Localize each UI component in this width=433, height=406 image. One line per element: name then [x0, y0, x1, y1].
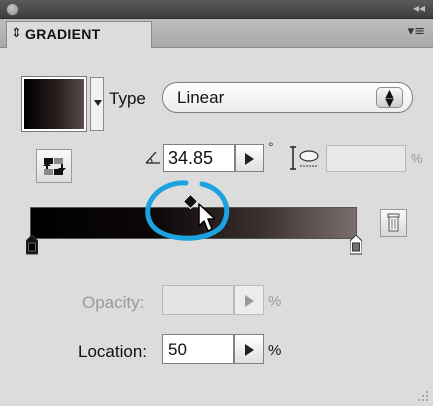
gradient-panel: ◂◂ ⇕ GRADIENT ▾≡ Type Linear ▲ ▼ 34.85 °…: [0, 0, 433, 406]
collapse-icon[interactable]: ◂◂: [413, 1, 425, 15]
type-select[interactable]: Linear ▲ ▼: [162, 82, 413, 113]
opacity-dropdown-button[interactable]: [234, 285, 264, 315]
tab-row: ⇕ GRADIENT ▾≡: [0, 19, 433, 48]
swatch-dropdown-button[interactable]: [90, 77, 104, 131]
color-stop-left[interactable]: [26, 235, 38, 255]
gradient-swatch[interactable]: [21, 76, 87, 132]
close-icon[interactable]: [6, 3, 19, 16]
tab-toggle-arrows-icon[interactable]: ⇕: [11, 26, 22, 41]
type-label: Type: [109, 89, 146, 108]
select-stepper-icon: ▲ ▼: [376, 87, 403, 108]
resize-grip-icon[interactable]: [417, 390, 429, 402]
opacity-unit: %: [268, 293, 282, 310]
arrow-cursor-icon: [198, 203, 216, 232]
type-selected-value: Linear: [177, 88, 225, 107]
location-label: Location:: [78, 342, 147, 361]
chevron-right-icon: [245, 295, 254, 307]
aspect-ratio-icon: [290, 146, 319, 170]
trash-icon: [387, 213, 400, 232]
location-value: 50: [168, 340, 187, 359]
color-stop-right[interactable]: [350, 235, 362, 255]
angle-input[interactable]: 34.85: [163, 144, 235, 172]
angle-value: 34.85: [168, 148, 214, 168]
delete-stop-button[interactable]: [380, 209, 407, 237]
panel-title-bar[interactable]: ◂◂: [0, 0, 433, 19]
angle-unit: °: [268, 139, 274, 155]
location-unit: %: [268, 342, 282, 359]
aspect-ratio-unit: %: [411, 151, 423, 166]
chevron-down-icon: [94, 100, 102, 106]
reverse-gradient-button[interactable]: [36, 149, 72, 183]
location-dropdown-button[interactable]: [234, 334, 264, 364]
panel-title: GRADIENT: [25, 26, 101, 42]
chevron-right-icon: [245, 344, 254, 356]
angle-icon: [145, 151, 160, 164]
panel-menu-icon[interactable]: ▾≡: [408, 24, 425, 39]
opacity-label: Opacity:: [82, 293, 145, 312]
aspect-ratio-input[interactable]: [326, 145, 406, 172]
chevron-right-icon: [245, 153, 254, 165]
opacity-input[interactable]: [162, 285, 234, 315]
location-input[interactable]: 50: [162, 334, 234, 364]
angle-dropdown-button[interactable]: [235, 144, 264, 172]
tab-gradient[interactable]: ⇕ GRADIENT: [6, 21, 152, 48]
reverse-gradient-icon: [43, 158, 66, 175]
